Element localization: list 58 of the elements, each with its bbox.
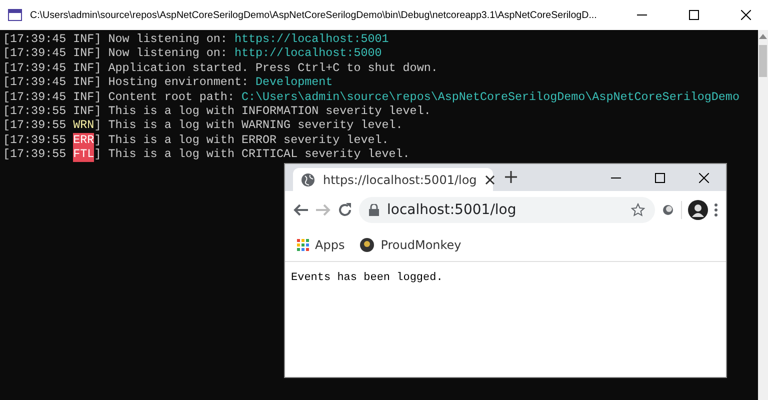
log-message: ] This is a log with CRITICAL severity level. xyxy=(94,147,410,162)
log-level: INF xyxy=(73,104,94,118)
log-level: FTL xyxy=(73,147,94,162)
scrollbar-thumb[interactable] xyxy=(759,45,767,77)
address-bar[interactable]: localhost:5001/log xyxy=(359,197,655,223)
log-level: ERR xyxy=(73,132,94,148)
browser-tab[interactable]: https://localhost:5001/log xyxy=(293,168,493,191)
window-title: C:\Users\admin\source\repos\AspNetCoreSerilogDemo\AspNetCoreSerilogDemo\bin\Debug\netcoreapp3.1\AspNetCoreSerilogD... xyxy=(30,10,598,20)
extension-icon[interactable] xyxy=(661,203,675,217)
log-timestamp: [17:39:55 xyxy=(3,132,66,148)
bookmark-favicon-icon xyxy=(358,237,375,253)
scrollbar[interactable] xyxy=(758,30,768,400)
lock-icon xyxy=(369,204,379,216)
log-timestamp: [17:39:55 xyxy=(3,147,66,162)
menu-icon[interactable] xyxy=(714,203,718,217)
log-timestamp: [17:39:45 xyxy=(3,60,66,76)
avatar-icon[interactable] xyxy=(688,200,708,220)
log-timestamp: [17:39:55 xyxy=(3,104,66,118)
log-timestamp: [17:39:45 xyxy=(3,32,66,46)
log-timestamp: [17:39:55 xyxy=(3,118,66,133)
console-app-icon xyxy=(8,9,22,21)
back-icon[interactable] xyxy=(293,203,309,217)
log-timestamp: [17:39:45 xyxy=(3,90,66,104)
maximize-icon xyxy=(655,172,665,182)
log-message: ] This is a log with ERROR severity level. xyxy=(94,132,389,148)
close-icon xyxy=(741,10,751,20)
log-message: ] This is a log with WARNING severity level. xyxy=(94,118,403,133)
close-icon[interactable] xyxy=(484,174,495,184)
reload-icon[interactable] xyxy=(337,202,353,218)
log-value: C:\Users\admin\source\repos\AspNetCoreSerilogDemo\AspNetCoreSerilogDemo xyxy=(241,90,740,104)
bookmark-item[interactable]: Apps xyxy=(297,238,345,252)
log-value: http://localhost:5000 xyxy=(234,46,382,61)
log-message: ] Content root path: xyxy=(94,90,236,104)
log-level: INF xyxy=(73,46,94,61)
new-tab-icon[interactable] xyxy=(505,171,517,183)
log-level: INF xyxy=(73,90,94,104)
maximize-icon xyxy=(689,10,699,20)
close-icon xyxy=(699,172,709,182)
log-value: https://localhost:5001 xyxy=(234,32,389,46)
log-timestamp: [17:39:45 xyxy=(3,75,66,90)
forward-icon xyxy=(315,203,331,217)
log-message: ] Application started. Press Ctrl+C to shut down. xyxy=(94,60,438,76)
log-value: Development xyxy=(256,75,333,90)
log-message: ] This is a log with INFORMATION severity level. xyxy=(94,104,431,118)
log-level: INF xyxy=(73,75,94,90)
log-message: ] Hosting environment: xyxy=(94,75,250,90)
globe-icon xyxy=(301,172,315,186)
log-message: ] Now listening on: xyxy=(94,46,228,61)
bookmark-item[interactable]: ProudMonkey xyxy=(358,237,462,253)
log-message: ] Now listening on: xyxy=(94,32,228,46)
apps-grid-icon xyxy=(297,239,309,251)
page-text: Events has been logged. xyxy=(290,271,444,286)
log-level: WRN xyxy=(73,118,94,133)
scroll-up-icon xyxy=(759,34,767,39)
star-icon[interactable] xyxy=(631,203,645,217)
log-level: INF xyxy=(73,32,94,46)
log-level: INF xyxy=(73,60,94,76)
log-timestamp: [17:39:45 xyxy=(3,46,66,61)
